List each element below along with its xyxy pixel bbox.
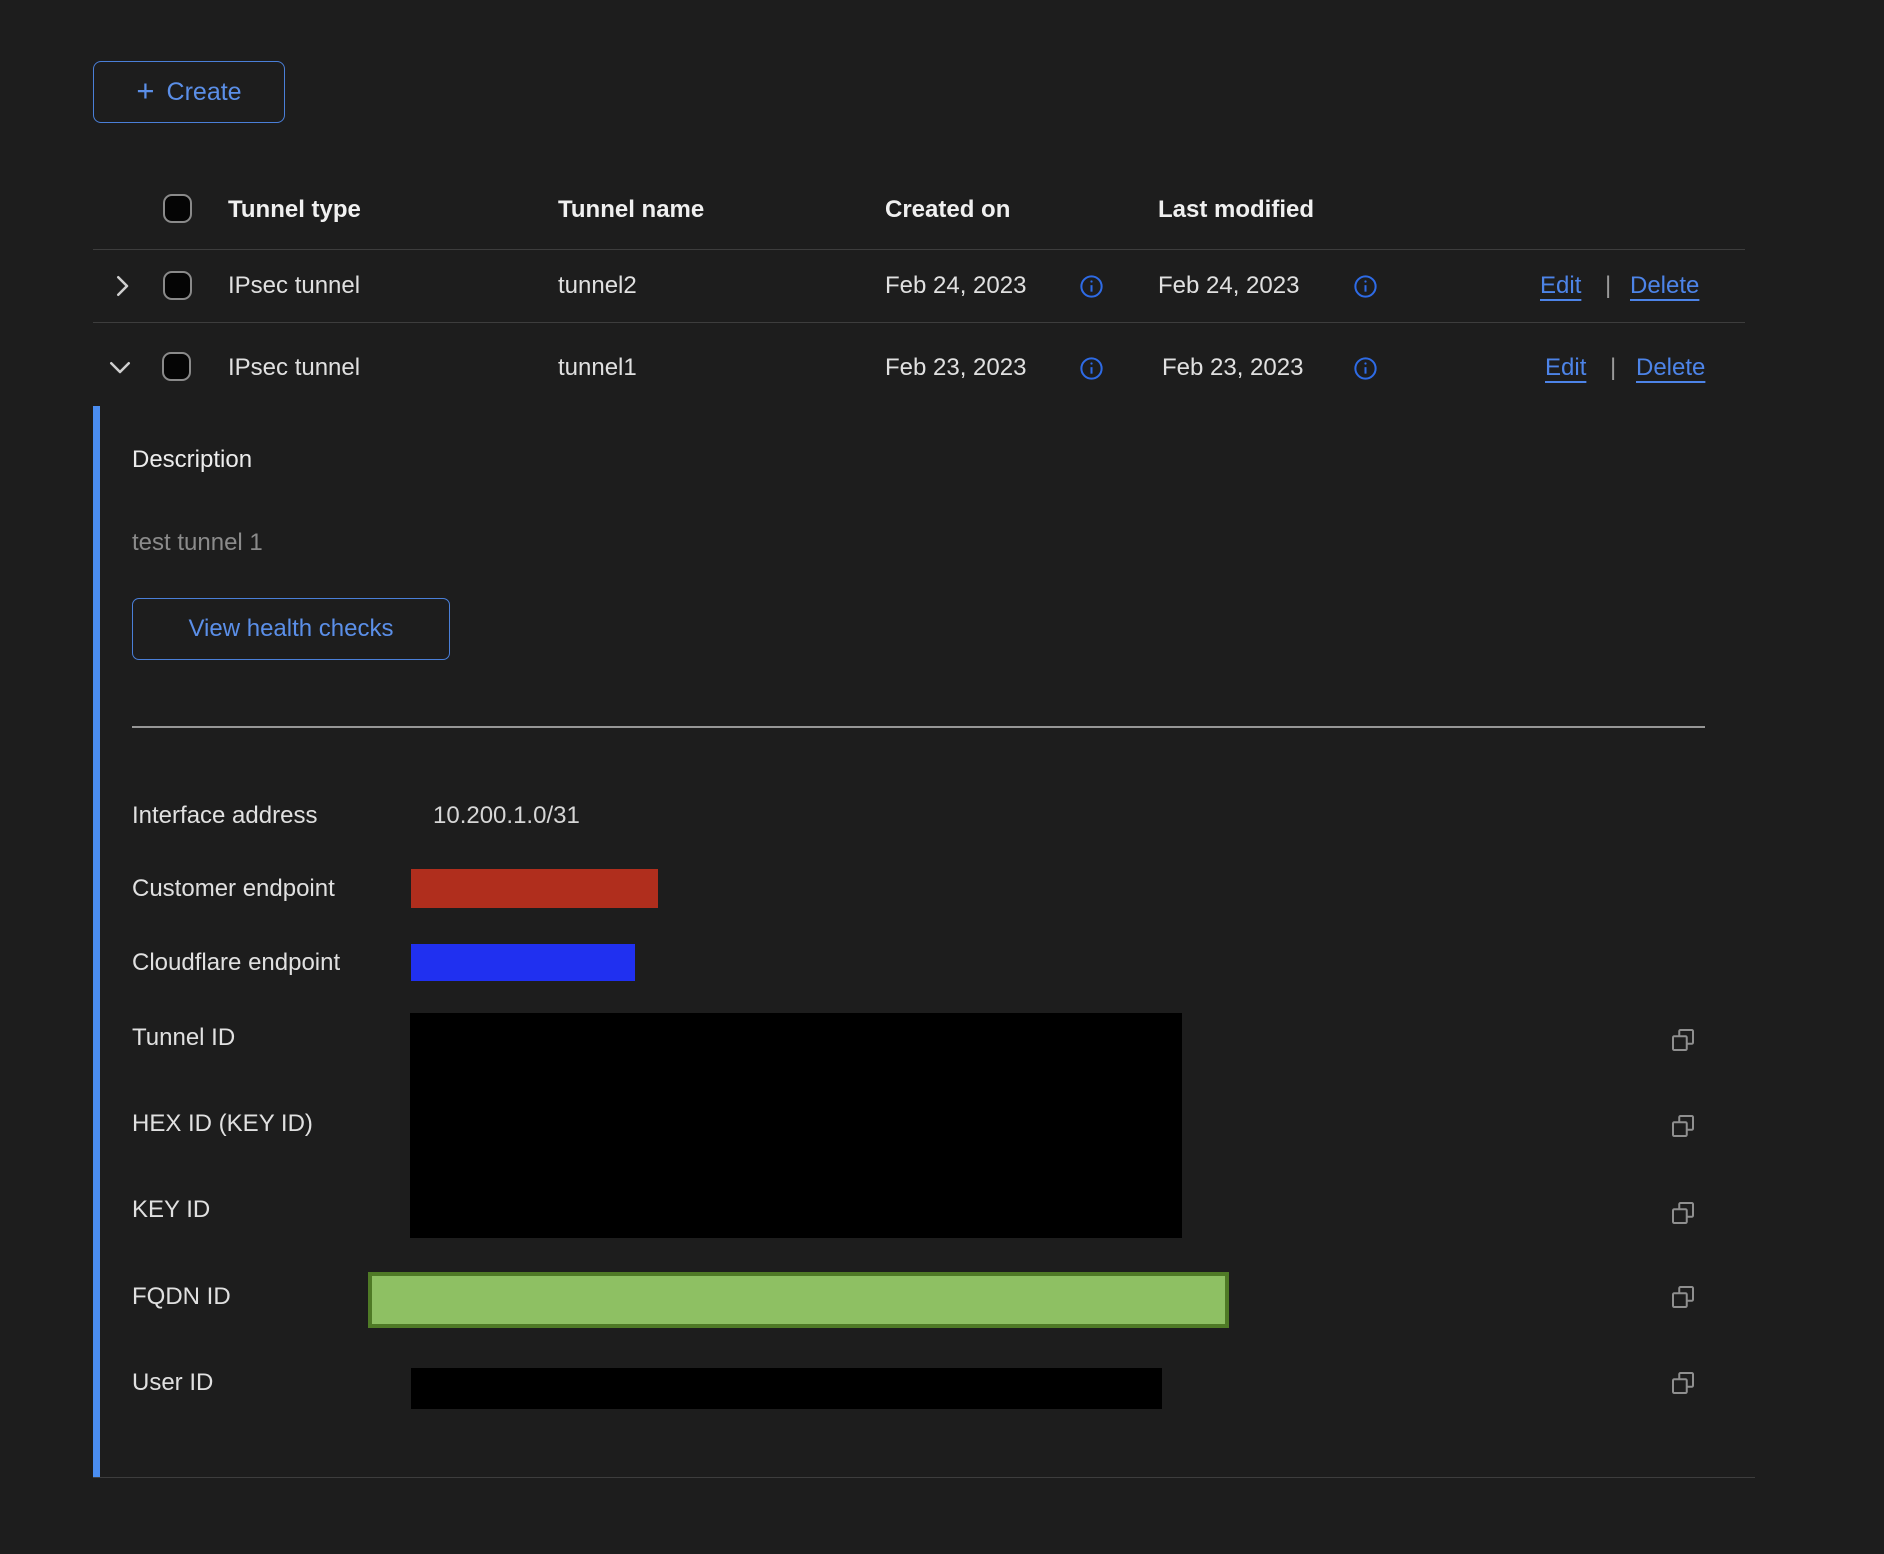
table-row-expand-toggle[interactable]: [107, 271, 137, 306]
table-row-collapse-toggle[interactable]: [105, 352, 135, 387]
info-icon: [1078, 273, 1105, 300]
column-header-created-on: Created on: [885, 196, 1010, 224]
copy-fqdn-id-button[interactable]: [1668, 1282, 1698, 1317]
action-separator: |: [1610, 354, 1616, 382]
field-label: Customer endpoint: [132, 875, 335, 903]
header-divider: [93, 249, 1745, 250]
tunnel-type-cell: IPsec tunnel: [228, 272, 360, 300]
interface-address-value: 10.200.1.0/31: [433, 802, 580, 830]
field-label: Cloudflare endpoint: [132, 949, 340, 977]
copy-icon: [1668, 1368, 1698, 1398]
action-separator: |: [1605, 272, 1611, 300]
chevron-down-icon: [105, 352, 135, 382]
copy-icon: [1668, 1111, 1698, 1141]
edit-link[interactable]: Edit: [1545, 354, 1586, 382]
row-checkbox[interactable]: [163, 271, 192, 300]
create-button[interactable]: + Create: [93, 61, 285, 123]
tunnel-type-cell: IPsec tunnel: [228, 354, 360, 382]
copy-hex-id-button[interactable]: [1668, 1111, 1698, 1146]
created-on-cell: Feb 23, 2023: [885, 354, 1026, 382]
ids-redacted-value: [410, 1013, 1182, 1238]
row-divider: [93, 322, 1745, 323]
last-modified-cell: Feb 24, 2023: [1158, 272, 1299, 300]
tunnel-name-cell: tunnel1: [558, 354, 637, 382]
plus-icon: +: [136, 76, 154, 106]
created-on-info[interactable]: [1078, 355, 1105, 387]
field-label: User ID: [132, 1369, 213, 1397]
customer-endpoint-redacted-value: [411, 869, 658, 908]
info-icon: [1078, 355, 1105, 382]
last-modified-info[interactable]: [1352, 273, 1379, 305]
expanded-row-accent-bar: [93, 406, 100, 1478]
last-modified-cell: Feb 23, 2023: [1162, 354, 1303, 382]
copy-icon: [1668, 1025, 1698, 1055]
created-on-info[interactable]: [1078, 273, 1105, 305]
field-label: Interface address: [132, 802, 317, 830]
row-checkbox[interactable]: [162, 352, 191, 381]
copy-key-id-button[interactable]: [1668, 1198, 1698, 1233]
panel-divider: [132, 726, 1705, 728]
description-value: test tunnel 1: [132, 529, 263, 557]
field-label: HEX ID (KEY ID): [132, 1110, 313, 1138]
column-header-tunnel-type: Tunnel type: [228, 196, 361, 224]
info-icon: [1352, 355, 1379, 382]
delete-link[interactable]: Delete: [1630, 272, 1699, 300]
last-modified-info[interactable]: [1352, 355, 1379, 387]
row-divider: [93, 1477, 1755, 1478]
edit-link[interactable]: Edit: [1540, 272, 1581, 300]
description-label: Description: [132, 446, 252, 474]
create-button-label: Create: [167, 78, 242, 107]
fqdn-id-redacted-value: [368, 1272, 1229, 1328]
tunnels-page: + Create Tunnel type Tunnel name Created…: [0, 0, 1884, 1554]
copy-user-id-button[interactable]: [1668, 1368, 1698, 1403]
copy-icon: [1668, 1282, 1698, 1312]
column-header-tunnel-name: Tunnel name: [558, 196, 704, 224]
copy-tunnel-id-button[interactable]: [1668, 1025, 1698, 1060]
copy-icon: [1668, 1198, 1698, 1228]
column-header-last-modified: Last modified: [1158, 196, 1314, 224]
delete-link[interactable]: Delete: [1636, 354, 1705, 382]
user-id-redacted-value: [411, 1368, 1162, 1409]
chevron-right-icon: [107, 271, 137, 301]
select-all-checkbox[interactable]: [163, 194, 192, 223]
field-label: Tunnel ID: [132, 1024, 235, 1052]
created-on-cell: Feb 24, 2023: [885, 272, 1026, 300]
field-label: FQDN ID: [132, 1283, 231, 1311]
info-icon: [1352, 273, 1379, 300]
tunnel-name-cell: tunnel2: [558, 272, 637, 300]
cloudflare-endpoint-redacted-value: [411, 944, 635, 981]
field-label: KEY ID: [132, 1196, 210, 1224]
view-health-checks-button[interactable]: View health checks: [132, 598, 450, 660]
